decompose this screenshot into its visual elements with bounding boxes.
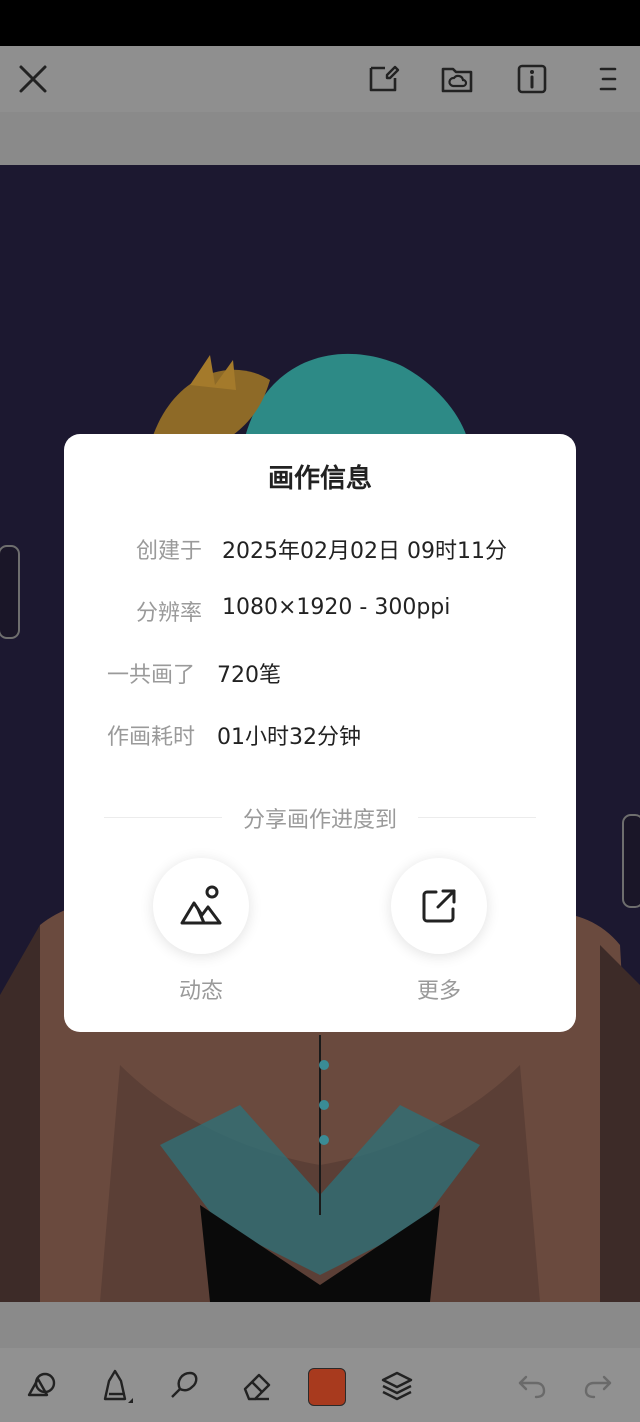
share-moments-label: 动态 bbox=[178, 979, 223, 1004]
share-moments-button[interactable] bbox=[153, 858, 249, 954]
top-strip bbox=[0, 112, 640, 165]
bottom-strip bbox=[0, 1302, 640, 1348]
color-swatch[interactable] bbox=[308, 1368, 346, 1406]
undo-icon[interactable] bbox=[508, 1361, 556, 1409]
shapes-icon[interactable] bbox=[18, 1361, 66, 1409]
pen-icon[interactable] bbox=[91, 1361, 139, 1409]
right-slider-handle[interactable] bbox=[622, 814, 640, 908]
info-row-created: 创建于 2025年02月02日 09时11分 bbox=[64, 533, 576, 573]
app-screen: 画作信息 创建于 2025年02月02日 09时11分 分辨率 1080×192… bbox=[0, 0, 640, 1422]
layers-icon[interactable] bbox=[373, 1361, 421, 1409]
share-more-label: 更多 bbox=[416, 979, 461, 1004]
status-bar bbox=[0, 0, 640, 46]
info-label: 一共画了 bbox=[107, 663, 196, 688]
share-more-button[interactable] bbox=[391, 858, 487, 954]
info-label: 创建于 bbox=[136, 539, 203, 564]
edit-note-icon[interactable] bbox=[359, 55, 407, 103]
share-title: 分享画作进度到 bbox=[242, 808, 397, 833]
info-row-duration: 作画耗时 01小时32分钟 bbox=[64, 719, 576, 759]
redo-icon[interactable] bbox=[574, 1361, 622, 1409]
image-mountain-icon bbox=[180, 885, 222, 925]
info-value: 2025年02月02日 09时11分 bbox=[222, 539, 507, 564]
top-toolbar bbox=[0, 46, 640, 112]
info-label: 作画耗时 bbox=[107, 725, 196, 750]
info-icon[interactable] bbox=[508, 55, 556, 103]
left-slider-handle[interactable] bbox=[0, 545, 20, 639]
info-value: 01小时32分钟 bbox=[217, 725, 361, 750]
info-row-strokes: 一共画了 720笔 bbox=[64, 657, 576, 697]
brush-icon[interactable] bbox=[160, 1361, 208, 1409]
close-icon[interactable] bbox=[9, 55, 57, 103]
external-link-icon bbox=[422, 889, 456, 923]
eraser-icon[interactable] bbox=[233, 1361, 281, 1409]
dialog-title: 画作信息 bbox=[267, 464, 372, 494]
info-row-resolution: 分辨率 1080×1920 - 300ppi bbox=[64, 595, 576, 635]
info-value: 720笔 bbox=[217, 663, 281, 688]
cloud-folder-icon[interactable] bbox=[433, 55, 481, 103]
info-value: 1080×1920 - 300ppi bbox=[222, 595, 451, 620]
menu-icon[interactable] bbox=[583, 55, 631, 103]
info-label: 分辨率 bbox=[136, 601, 203, 626]
artwork-info-dialog: 画作信息 创建于 2025年02月02日 09时11分 分辨率 1080×192… bbox=[64, 434, 576, 1032]
